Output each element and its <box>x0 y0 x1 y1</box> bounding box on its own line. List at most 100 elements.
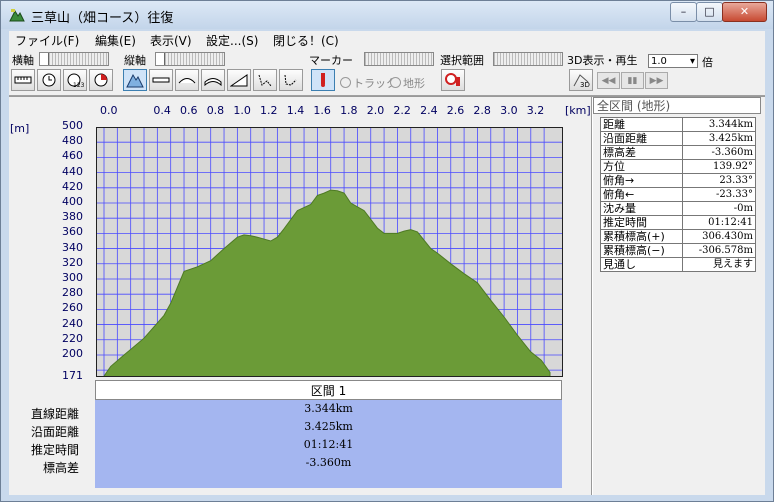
y-tick-label: 300 <box>62 270 83 284</box>
maximize-button[interactable]: □ <box>696 2 723 22</box>
y-tick-label: 280 <box>62 286 83 300</box>
stats-value: 3.425km <box>682 131 756 146</box>
section-header[interactable]: 区間 1 <box>95 380 562 400</box>
3d-view-button[interactable]: 3D <box>569 69 593 91</box>
flat-button[interactable] <box>149 69 173 91</box>
arc-button[interactable] <box>175 69 199 91</box>
range-select-button[interactable] <box>441 69 465 91</box>
y-tick-label: 200 <box>62 346 83 360</box>
slope-button[interactable] <box>227 69 251 91</box>
x-tick-label: 0.8 <box>206 104 225 117</box>
clock-button[interactable] <box>37 69 61 91</box>
app-window: 三草山（畑コース）往復 – □ ✕ ファイル(F) 編集(E) 表示(V) 設定… <box>0 0 774 502</box>
radio-terrain-label: 地形 <box>403 77 425 90</box>
v-axis-slider[interactable] <box>155 52 225 66</box>
pie-icon <box>94 73 108 87</box>
route-icon <box>258 74 272 87</box>
arc-ruler-icon <box>204 78 222 87</box>
x-tick-label: 3.0 <box>500 104 518 117</box>
stats-label: 見通し <box>599 257 684 272</box>
stats-label: 推定時間 <box>599 215 684 230</box>
y-tick-label: 360 <box>62 225 83 239</box>
title-bar[interactable]: 三草山（畑コース）往復 – □ ✕ <box>1 1 773 29</box>
route-button[interactable] <box>253 69 277 91</box>
stats-row: 俯角← -23.33° <box>599 187 756 202</box>
stats-header[interactable]: 全区間 (地形) <box>593 97 761 114</box>
stats-table: 距離 3.344km 沿面距離 3.425km 標高差 -3.360m 方位 139.92° 俯… <box>599 117 756 272</box>
stats-value: -0m <box>682 201 756 216</box>
stats-row: 沿面距離 3.425km <box>599 131 756 146</box>
svg-text:123: 123 <box>73 82 84 88</box>
stats-label: 沈み量 <box>599 201 684 216</box>
stats-label: 俯角→ <box>599 173 684 188</box>
label-elevation-diff: 標高差 <box>43 461 80 475</box>
section-straight-distance: 3.344km <box>304 402 353 415</box>
stats-row: 距離 3.344km <box>599 117 756 132</box>
route-alt-icon <box>284 74 297 86</box>
pie-button[interactable] <box>89 69 113 91</box>
y-tick-label: 240 <box>62 316 83 330</box>
label-estimated-time: 推定時間 <box>31 443 80 457</box>
profile-chart-panel: 0.0 0.4 0.6 0.8 1.0 1.2 1.4 1.6 1.8 2.0 2.2 2.4 2.6 2… <box>9 97 592 495</box>
stats-row: 方位 139.92° <box>599 159 756 174</box>
pause-button[interactable]: ▮▮ <box>621 72 644 89</box>
v-axis-label: 縦軸 <box>124 54 146 67</box>
x-tick-label: 1.0 <box>233 104 251 117</box>
radio-terrain[interactable]: 地形 <box>390 75 425 91</box>
stats-panel: 全区間 (地形) 距離 3.344km 沿面距離 3.425km 標高差 -3.360m 方… <box>593 97 765 495</box>
x-tick-label: 2.8 <box>473 104 491 117</box>
marker-button[interactable] <box>311 69 335 91</box>
minimize-button[interactable]: – <box>670 2 697 22</box>
y-tick-label: 420 <box>62 179 83 193</box>
stats-row: 累積標高(+) 306.430m <box>599 229 756 244</box>
content-area: 0.0 0.4 0.6 0.8 1.0 1.2 1.4 1.6 1.8 2.0 2.2 2.4 2.6 2… <box>9 96 765 495</box>
menu-file[interactable]: ファイル(F) <box>15 32 79 49</box>
y-tick-label: 340 <box>62 240 83 254</box>
stats-value: -306.578m <box>682 243 756 258</box>
y-tick-label: 380 <box>62 210 83 224</box>
stats-label: 方位 <box>599 159 684 174</box>
x-tick-label: 1.2 <box>260 104 278 117</box>
menu-settings[interactable]: 設定...(S) <box>206 32 258 49</box>
close-button[interactable]: ✕ <box>722 2 767 22</box>
stats-row: 推定時間 01:12:41 <box>599 215 756 230</box>
x-tick-label: 1.8 <box>340 104 358 117</box>
slider-thumb[interactable] <box>40 53 49 65</box>
mountain-button[interactable] <box>123 69 147 91</box>
toolbar: 横軸 縦軸 マーカー 選択範囲 3D表示・再生 1.0 ▾ 倍 123 トラック … <box>9 49 765 96</box>
3d-view-icon: 3D <box>573 74 590 88</box>
stats-label: 沿面距離 <box>599 131 684 146</box>
speed-select[interactable]: 1.0 ▾ <box>648 54 698 68</box>
count-button[interactable]: 123 <box>63 69 87 91</box>
marker-slider[interactable] <box>364 52 434 66</box>
ruler-button[interactable] <box>11 69 35 91</box>
window-title: 三草山（畑コース）往復 <box>31 11 174 26</box>
range-select-icon <box>445 73 460 86</box>
rewind-button[interactable]: ◀◀ <box>597 72 620 89</box>
radio-track[interactable]: トラック <box>340 75 397 91</box>
numbered-clock-icon: 123 <box>67 73 84 88</box>
y-tick-label: 460 <box>62 149 83 163</box>
marker-label: マーカー <box>309 54 353 67</box>
h-axis-slider[interactable] <box>39 52 109 66</box>
playback-label: 3D表示・再生 <box>567 54 638 67</box>
section-summary: 区間 1 3.344km 3.425km 01:12:41 -3.360m <box>95 380 562 488</box>
dropdown-arrow-icon[interactable]: ▾ <box>690 55 695 69</box>
route2-button[interactable] <box>279 69 303 91</box>
y-tick-label: 320 <box>62 255 83 269</box>
label-surface-distance: 沿面距離 <box>31 425 80 439</box>
y-tick-label: 500 <box>62 119 83 132</box>
menu-close[interactable]: 閉じる！(C) <box>273 32 339 49</box>
menu-view[interactable]: 表示(V) <box>150 32 192 49</box>
range-slider[interactable] <box>493 52 563 66</box>
slider-thumb[interactable] <box>156 53 165 65</box>
y-tick-label: 260 <box>62 301 83 315</box>
arc2-button[interactable] <box>201 69 225 91</box>
stats-label: 俯角← <box>599 187 684 202</box>
elevation-profile-plot[interactable] <box>96 127 563 377</box>
menu-edit[interactable]: 編集(E) <box>95 32 136 49</box>
x-tick-label: 1.6 <box>313 104 331 117</box>
ruler-icon <box>14 76 32 84</box>
y-tick-label: 440 <box>62 164 83 178</box>
forward-button[interactable]: ▶▶ <box>645 72 668 89</box>
